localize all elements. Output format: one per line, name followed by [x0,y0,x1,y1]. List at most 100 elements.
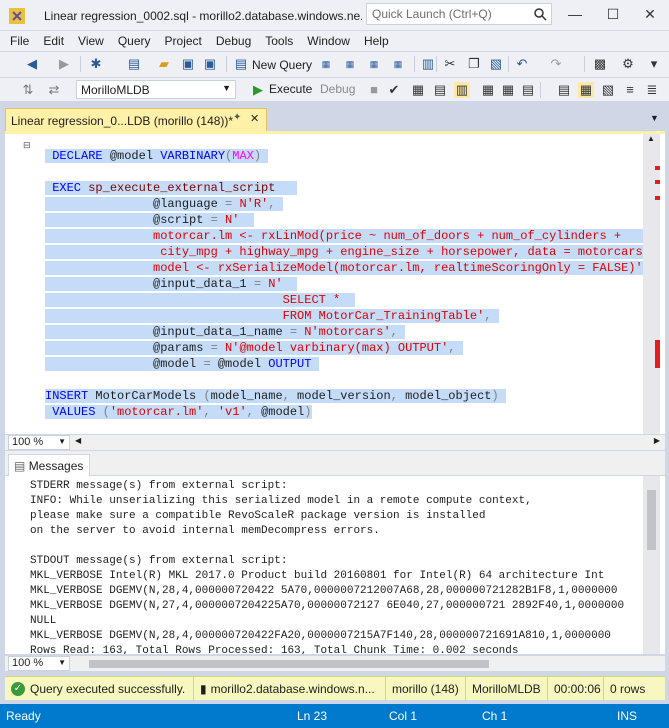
editor-horizontal-scrollbar[interactable]: ◀ ▶ [75,436,660,449]
menu-query[interactable]: Query [111,34,158,48]
live-stats-icon[interactable]: ▦ [500,82,516,98]
menu-debug[interactable]: Debug [209,34,258,48]
menu-window[interactable]: Window [300,34,357,48]
database-select[interactable]: MorilloMLDB ▼ [76,80,236,99]
results-to-text-icon[interactable]: ▤ [556,82,572,98]
results-to-grid-icon[interactable]: ▦ [578,82,594,98]
code-line-17: VALUES ('motorcar.lm', 'v1', @model) [45,404,312,420]
menu-edit[interactable]: Edit [36,34,71,48]
copy-icon[interactable]: ❐ [466,56,482,72]
editor-gutter: ⊟ [5,134,45,434]
message-line: MKL_VERBOSE Intel(R) MKL 2017.0 Product … [30,570,605,582]
status-line: Ln 23 [297,709,328,723]
include-plan-icon[interactable]: ▦ [480,82,496,98]
paste-icon[interactable]: ▧ [488,56,504,72]
results-zoom-select[interactable]: 100 % ▼ [8,656,70,671]
messages-vertical-scrollbar[interactable] [643,476,660,654]
open-folder-icon[interactable]: ▰ [156,56,172,72]
code-line-3: EXEC sp_execute_external_script [45,180,298,196]
dmx-query-icon[interactable]: ▦ [342,56,358,72]
code-line-13: @params = N'@model varbinary(max) OUTPUT… [45,340,463,356]
undo-icon[interactable]: ↶ [514,56,530,72]
client-stats-icon[interactable]: ▤ [520,82,536,98]
new-query-button[interactable]: New Query [252,58,312,72]
close-tab-icon[interactable]: ✕ [250,112,259,125]
menu-tools[interactable]: Tools [258,34,300,48]
close-window-button[interactable]: ✕ [631,0,669,28]
minimize-button[interactable]: — [556,0,594,28]
collapse-icon[interactable]: ⊟ [23,140,31,151]
results-horizontal-scrollbar[interactable] [75,658,660,670]
code-line-10: SELECT * [45,292,355,308]
tab-linear-regression-query[interactable]: Linear regression_0...LDB (morillo (148)… [5,108,267,131]
xmla-query-icon[interactable]: ▦ [366,56,382,72]
messages-output[interactable]: STDERR message(s) from external script: … [5,476,665,654]
message-line: MKL_VERBOSE DGEMV(N,27,4,0000007204225A7… [30,600,625,612]
scroll-up-icon[interactable]: ▲ [647,134,655,143]
pin-icon[interactable]: ✦ [233,112,241,123]
code-line-12: @input_data_1_name = N'motorcars', [45,324,406,340]
forward-icon[interactable]: ▶ [56,56,72,72]
message-line: NULL [30,615,57,627]
server-name: morillo2.database.windows.n... [210,681,375,696]
maximize-icon: ☐ [606,5,620,22]
intellisense-icon[interactable]: ▥ [454,82,470,98]
debug-button[interactable]: Debug [320,82,355,96]
parse-icon[interactable]: ✔ [386,82,402,98]
code-line-11: FROM MotorCar_TrainingTable', [45,308,499,324]
menu-help[interactable]: Help [357,34,396,48]
message-line: STDOUT message(s) from external script: [30,555,288,567]
activity-monitor-icon[interactable]: ▩ [592,56,608,72]
code-line-14: @model = @model OUTPUT [45,356,319,372]
query-status-text: Query executed successfully. [30,681,186,696]
query-options-icon[interactable]: ▤ [432,82,448,98]
database-select-value: MorilloMLDB [81,83,150,97]
query-status-rows: 0 rows [603,676,665,701]
save-icon[interactable]: ▣ [180,56,196,72]
estimated-plan-icon[interactable]: ▦ [410,82,426,98]
server-icon: ▮ [200,681,207,696]
comment-icon[interactable]: ≡ [622,82,638,98]
new-query-icon[interactable]: ▤ [233,56,249,72]
execute-button[interactable]: Execute [269,82,312,96]
tab-messages[interactable]: ▤ Messages [8,454,90,476]
uncomment-icon[interactable]: ≣ [644,82,660,98]
quick-launch-input[interactable]: Quick Launch (Ctrl+Q) [366,3,552,25]
maximize-button[interactable]: ☐ [594,0,632,28]
redo-icon[interactable]: ↷ [548,56,564,72]
cut-icon[interactable]: ✂ [442,56,458,72]
connect-icon[interactable]: ⇅ [20,82,36,98]
query-status-database: MorilloMLDB [465,676,547,701]
stop-icon[interactable]: ■ [366,82,382,98]
code-line-5: @script = N' [45,212,254,228]
code-line-9: @input_data_1 = N' [45,276,298,292]
scroll-thumb[interactable] [89,660,489,668]
query-status-server: ▮ morillo2.database.windows.n... [193,676,385,701]
messages-icon: ▤ [14,459,26,473]
execute-icon[interactable]: ▶ [250,82,266,98]
new-file-icon[interactable]: ▤ [126,56,142,72]
new-project-icon[interactable]: ✱ [88,56,104,72]
analysis-icon[interactable]: ▥ [420,56,436,72]
scroll-thumb[interactable] [647,490,656,550]
change-connection-icon[interactable]: ⇄ [46,82,62,98]
tab-list-dropdown-icon[interactable]: ▼ [650,113,659,123]
mdx-query-icon[interactable]: ▦ [318,56,334,72]
save-all-icon[interactable]: ▣ [202,56,218,72]
menu-view[interactable]: View [71,34,111,48]
results-to-file-icon[interactable]: ▧ [600,82,616,98]
sql-editor[interactable]: ⊟ DECLARE @model VARBINARY(MAX) EXEC sp_… [5,131,665,434]
scroll-left-icon[interactable]: ◀ [75,436,81,445]
scroll-right-icon[interactable]: ▶ [654,436,660,445]
chevron-down-icon: ▼ [58,437,66,446]
menu-file[interactable]: File [3,34,36,48]
editor-vertical-scrollbar[interactable]: ▲ [643,134,660,434]
status-bar: Ready Ln 23 Col 1 Ch 1 INS [0,704,669,728]
properties-icon[interactable]: ⚙ [620,56,636,72]
toolbar-options-icon[interactable]: ▾ [646,56,662,72]
dax-query-icon[interactable]: ▦ [390,56,406,72]
back-icon[interactable]: ◀ [24,56,40,72]
editor-zoom-select[interactable]: 100 % ▼ [8,435,70,450]
menu-project[interactable]: Project [158,34,209,48]
query-status-bar: ✓ Query executed successfully. ▮ morillo… [5,676,665,701]
